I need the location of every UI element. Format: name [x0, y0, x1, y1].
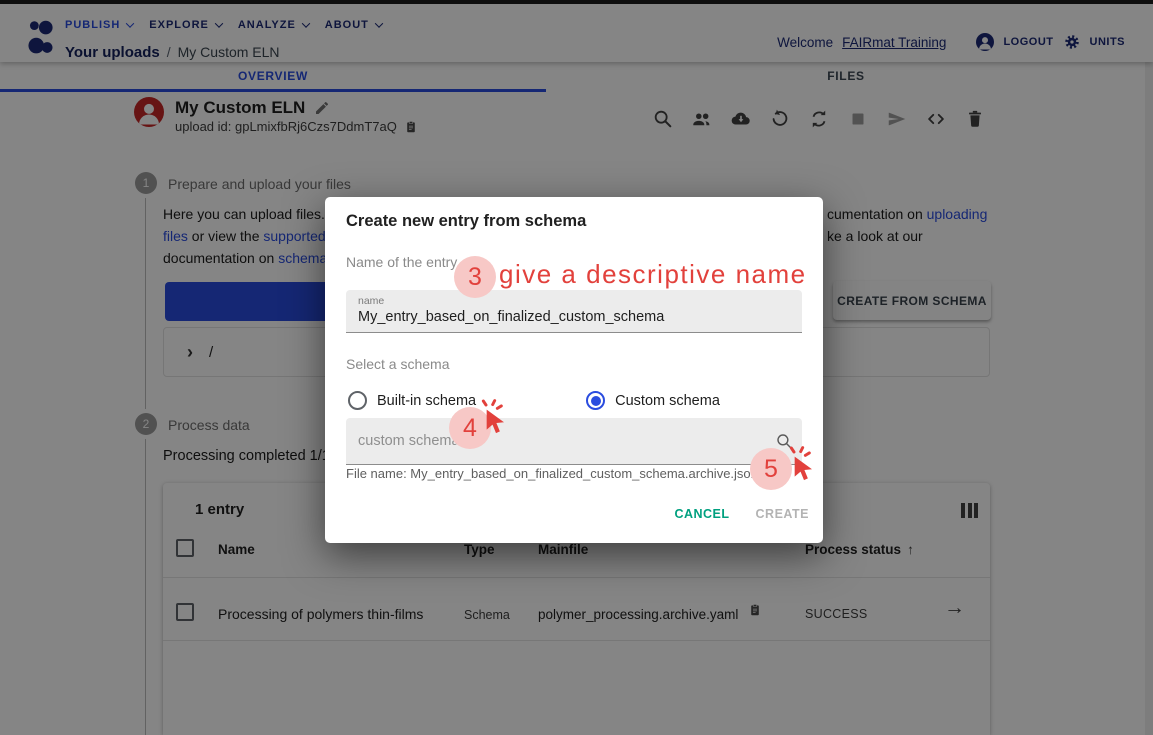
dialog-actions: CANCEL CREATE	[674, 507, 809, 521]
click-cursor-icon	[478, 399, 514, 439]
entry-name-input[interactable]: name My_entry_based_on_finalized_custom_…	[346, 290, 802, 333]
create-button[interactable]: CREATE	[756, 507, 809, 521]
click-cursor-icon	[786, 446, 822, 486]
file-name-helper-text: File name: My_entry_based_on_finalized_c…	[346, 466, 758, 481]
annotation-step-3-badge: 3	[454, 256, 496, 298]
builtin-schema-label[interactable]: Built-in schema	[377, 393, 476, 409]
screen: PUBLISH EXPLORE ANALYZE ABOUT Your uploa…	[0, 0, 1153, 735]
schema-section-label: Select a schema	[346, 356, 450, 372]
dialog-title: Create new entry from schema	[346, 212, 586, 231]
cancel-button[interactable]: CANCEL	[674, 507, 729, 521]
annotation-step-3-note: give a descriptive name	[499, 259, 807, 290]
custom-schema-label[interactable]: Custom schema	[615, 393, 720, 409]
entry-name-input-value: My_entry_based_on_finalized_custom_schem…	[358, 309, 664, 325]
builtin-schema-radio[interactable]	[348, 391, 367, 410]
entry-name-input-label: name	[358, 295, 384, 307]
custom-schema-search-input[interactable]: custom schema	[346, 418, 802, 465]
schema-radio-group: Built-in schema Custom schema	[348, 391, 720, 410]
custom-schema-radio[interactable]	[586, 391, 605, 410]
custom-schema-placeholder: custom schema	[358, 433, 460, 449]
create-entry-dialog: Create new entry from schema Name of the…	[325, 197, 823, 543]
name-section-label: Name of the entry	[346, 254, 457, 270]
